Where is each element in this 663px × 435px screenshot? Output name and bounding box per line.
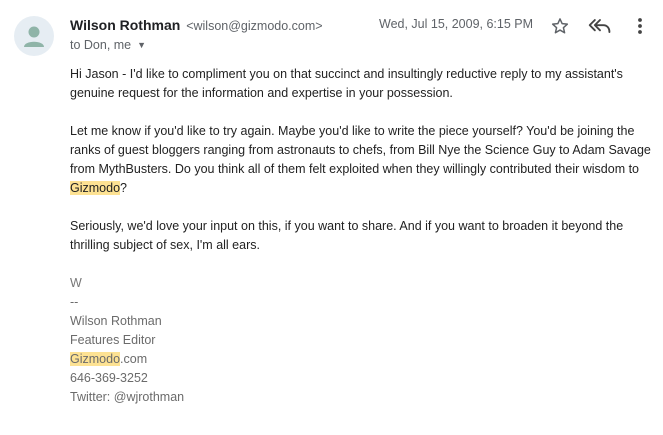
- reply-all-button[interactable]: [588, 14, 612, 38]
- signature-initial: W: [70, 276, 82, 290]
- recipients-label: to Don, me: [70, 38, 132, 52]
- signature-name: Wilson Rothman: [70, 314, 162, 328]
- signature-site-rest: .com: [120, 352, 148, 366]
- star-icon: [551, 18, 569, 34]
- sender-email: <wilson@gizmodo.com>: [186, 19, 323, 33]
- paragraph-1: Hi Jason - I'd like to compliment you on…: [70, 67, 623, 100]
- paragraph-2-end: ?: [120, 181, 127, 195]
- signature-phone: 646-369-3252: [70, 371, 148, 385]
- more-vert-icon: [638, 18, 642, 34]
- sender-name[interactable]: Wilson Rothman: [70, 17, 180, 33]
- highlighted-term: Gizmodo: [70, 181, 121, 195]
- signature-twitter: Twitter: @wjrothman: [70, 390, 185, 404]
- more-options-button[interactable]: [628, 14, 652, 38]
- person-avatar-icon: [24, 26, 44, 47]
- recipients: to Don, me ▼: [70, 38, 146, 52]
- sender-avatar[interactable]: [14, 16, 54, 56]
- sender-line: Wilson Rothman <wilson@gizmodo.com>: [70, 17, 323, 33]
- signature-separator: --: [70, 295, 79, 309]
- star-button[interactable]: [548, 14, 572, 38]
- paragraph-3: Seriously, we'd love your input on this,…: [70, 219, 624, 252]
- message-date: Wed, Jul 15, 2009, 6:15 PM: [379, 17, 534, 31]
- signature-title: Features Editor: [70, 333, 156, 347]
- reply-all-icon: [588, 19, 611, 33]
- paragraph-2-text: Let me know if you'd like to try again. …: [70, 124, 651, 176]
- message-body: Hi Jason - I'd like to compliment you on…: [70, 65, 655, 407]
- chevron-down-icon[interactable]: ▼: [137, 40, 146, 50]
- signature-site[interactable]: Gizmodo.com: [70, 350, 655, 369]
- signature-site-highlight: Gizmodo: [70, 352, 121, 366]
- paragraph-2: Let me know if you'd like to try again. …: [70, 122, 655, 198]
- signature: W -- Wilson Rothman Features Editor Gizm…: [70, 274, 655, 407]
